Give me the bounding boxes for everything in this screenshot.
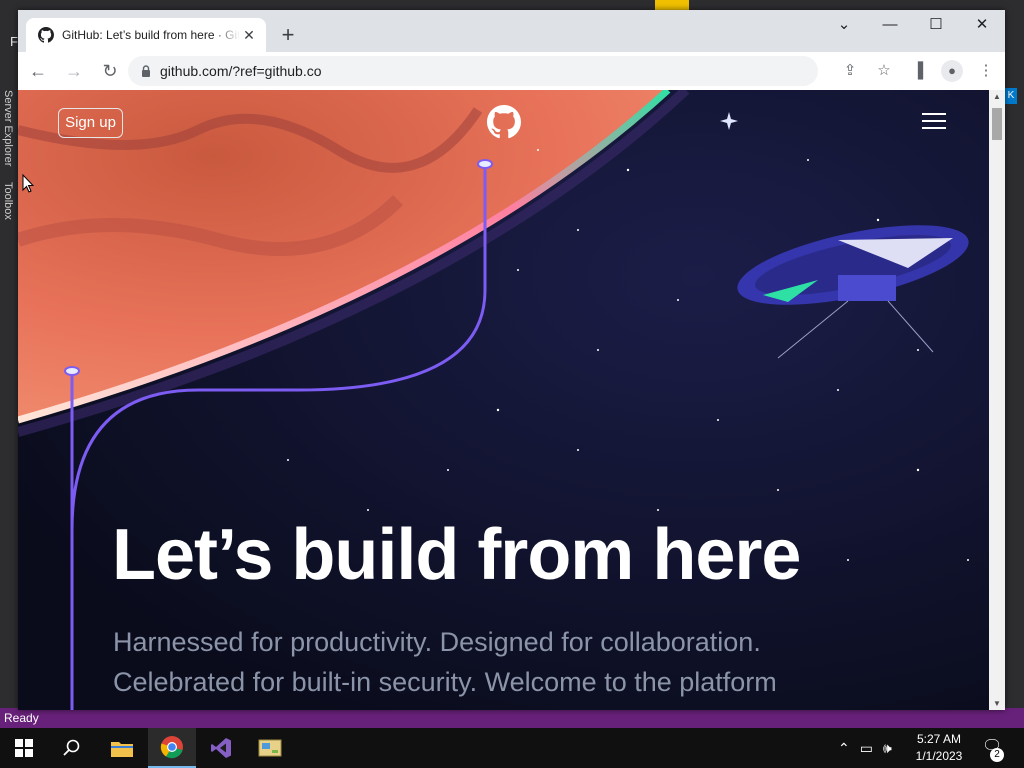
web-page: Sign up Let’s build from here Harnessed … (18, 90, 989, 710)
ide-left-dock: Server Explorer Toolbox (0, 90, 18, 710)
browser-window: GitHub: Let’s build from here · GitHub ✕… (18, 10, 1005, 710)
clock-date: 1/1/2023 (915, 749, 963, 763)
github-icon (38, 27, 54, 43)
dock-tab-toolbox[interactable]: Toolbox (2, 182, 14, 220)
mouse-cursor-icon (22, 174, 34, 193)
system-tray: ⌃ ▭ 🕪 (838, 728, 892, 768)
network-icon[interactable]: ▭ (860, 740, 873, 757)
browser-tab[interactable]: GitHub: Let’s build from here · GitHub ✕ (26, 18, 266, 52)
ide-right-badge[interactable]: K (1005, 88, 1017, 104)
minimize-button[interactable]: — (867, 10, 913, 40)
ide-menu-file[interactable]: F (10, 34, 18, 49)
back-arrow-icon[interactable]: ← (22, 55, 54, 87)
signup-button[interactable]: Sign up (58, 108, 123, 138)
star-icon[interactable]: ☆ (873, 60, 895, 82)
scroll-up-icon[interactable]: ▲ (993, 92, 1001, 101)
dock-tab-server-explorer[interactable]: Server Explorer (2, 90, 14, 166)
page-scrollbar[interactable]: ▲ ▼ (989, 90, 1005, 710)
chevron-down-icon[interactable]: ⌄ (821, 10, 867, 40)
windows-start-icon[interactable] (0, 728, 48, 768)
github-logo-icon[interactable] (487, 105, 521, 139)
ide-status-bar: Ready (0, 708, 1024, 728)
maximize-button[interactable]: ☐ (913, 10, 959, 40)
control-panel-icon[interactable] (246, 728, 294, 768)
hero-illustration (18, 90, 989, 710)
ide-right-dock (1005, 90, 1024, 710)
url-text[interactable]: github.com/?ref=github.co (160, 63, 322, 79)
chrome-icon[interactable] (148, 728, 196, 768)
toolbar-actions: ⇪ ☆ ▐ ● ⋮ (839, 56, 997, 86)
address-bar[interactable]: github.com/?ref=github.co (128, 56, 818, 86)
trail-node (64, 366, 80, 376)
windows-taskbar: ⌃ ▭ 🕪 5:27 AM 1/1/2023 🗨 (0, 728, 1024, 768)
forward-arrow-icon[interactable]: → (58, 55, 90, 87)
visual-studio-icon[interactable] (197, 728, 245, 768)
hamburger-menu-icon[interactable] (922, 112, 946, 130)
trail-node (477, 159, 493, 169)
side-panel-icon[interactable]: ▐ (907, 60, 929, 82)
volume-icon[interactable]: 🕪 (883, 740, 892, 757)
share-icon[interactable]: ⇪ (839, 60, 861, 82)
notification-count-badge: 2 (990, 748, 1004, 762)
kebab-menu-icon[interactable]: ⋮ (975, 60, 997, 82)
clock-time: 5:27 AM (916, 732, 962, 746)
plus-icon[interactable]: + (276, 24, 300, 48)
search-icon[interactable] (48, 728, 96, 768)
reload-icon[interactable]: ↻ (94, 55, 126, 87)
tab-title: GitHub: Let’s build from here · GitHub (62, 28, 240, 42)
hero-subtitle: Harnessed for productivity. Designed for… (113, 627, 777, 697)
scroll-down-icon[interactable]: ▼ (993, 699, 1001, 708)
hero-title: Let’s build from here (112, 515, 801, 595)
profile-icon[interactable]: ● (941, 60, 963, 82)
close-icon[interactable]: ✕ (240, 26, 258, 44)
close-window-button[interactable]: ✕ (959, 10, 1005, 40)
window-controls: ⌄ — ☐ ✕ (821, 10, 1005, 40)
file-explorer-icon[interactable] (98, 728, 146, 768)
system-clock[interactable]: 5:27 AM 1/1/2023 (905, 731, 973, 765)
chevron-up-icon[interactable]: ⌃ (838, 740, 850, 757)
scroll-thumb[interactable] (992, 108, 1002, 140)
tab-strip: GitHub: Let’s build from here · GitHub ✕… (18, 10, 1005, 52)
browser-toolbar: ← → ↻ github.com/?ref=github.co ⇪ ☆ ▐ ● … (18, 52, 1005, 90)
lock-icon[interactable] (140, 65, 152, 77)
